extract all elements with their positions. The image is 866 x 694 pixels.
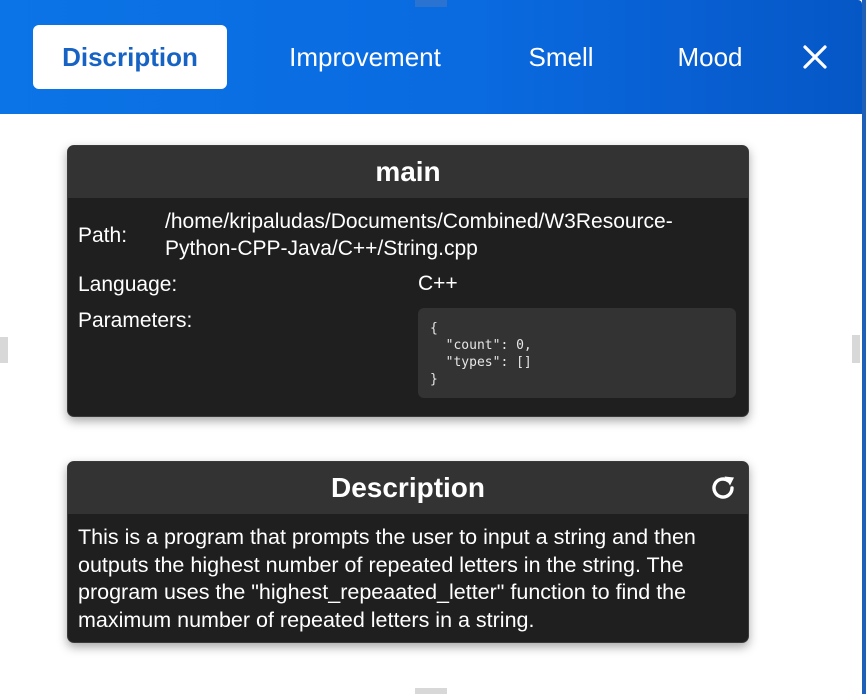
function-name-title: main: [68, 146, 748, 198]
description-card: Description This is a program that promp…: [67, 461, 749, 643]
right-resize-handle[interactable]: [852, 335, 860, 363]
refresh-button[interactable]: [706, 471, 740, 505]
top-resize-handle[interactable]: [415, 0, 447, 7]
left-resize-handle[interactable]: [0, 337, 8, 363]
description-title: Description: [68, 462, 748, 514]
description-text: This is a program that prompts the user …: [78, 525, 696, 632]
description-title-text: Description: [330, 472, 486, 503]
refresh-icon: [712, 476, 734, 499]
tab-bar: Discription Improvement Smell Mood: [0, 0, 862, 114]
tab-smell[interactable]: Smell: [510, 25, 612, 89]
app-window: Discription Improvement Smell Mood main …: [0, 0, 866, 694]
function-info-card: main Path: /home/kripaludas/Documents/Co…: [67, 145, 749, 417]
parameters-code-block: { "count": 0, "types": [] }: [418, 308, 736, 398]
path-label: Path:: [78, 224, 128, 247]
language-value: C++: [418, 272, 458, 295]
bottom-resize-handle[interactable]: [415, 688, 447, 694]
close-icon: [803, 45, 827, 69]
close-button[interactable]: [795, 37, 835, 77]
path-value-line-2: Python-CPP-Java/C++/String.cpp: [165, 237, 478, 260]
path-value-line-1: /home/kripaludas/Documents/Combined/W3Re…: [165, 210, 673, 233]
path-value: /home/kripaludas/Documents/Combined/W3Re…: [165, 208, 673, 262]
tab-improvement[interactable]: Improvement: [270, 25, 460, 89]
parameters-label: Parameters:: [78, 309, 193, 332]
tab-mood[interactable]: Mood: [662, 25, 758, 89]
language-label: Language:: [78, 273, 178, 296]
tab-discription[interactable]: Discription: [33, 25, 227, 89]
